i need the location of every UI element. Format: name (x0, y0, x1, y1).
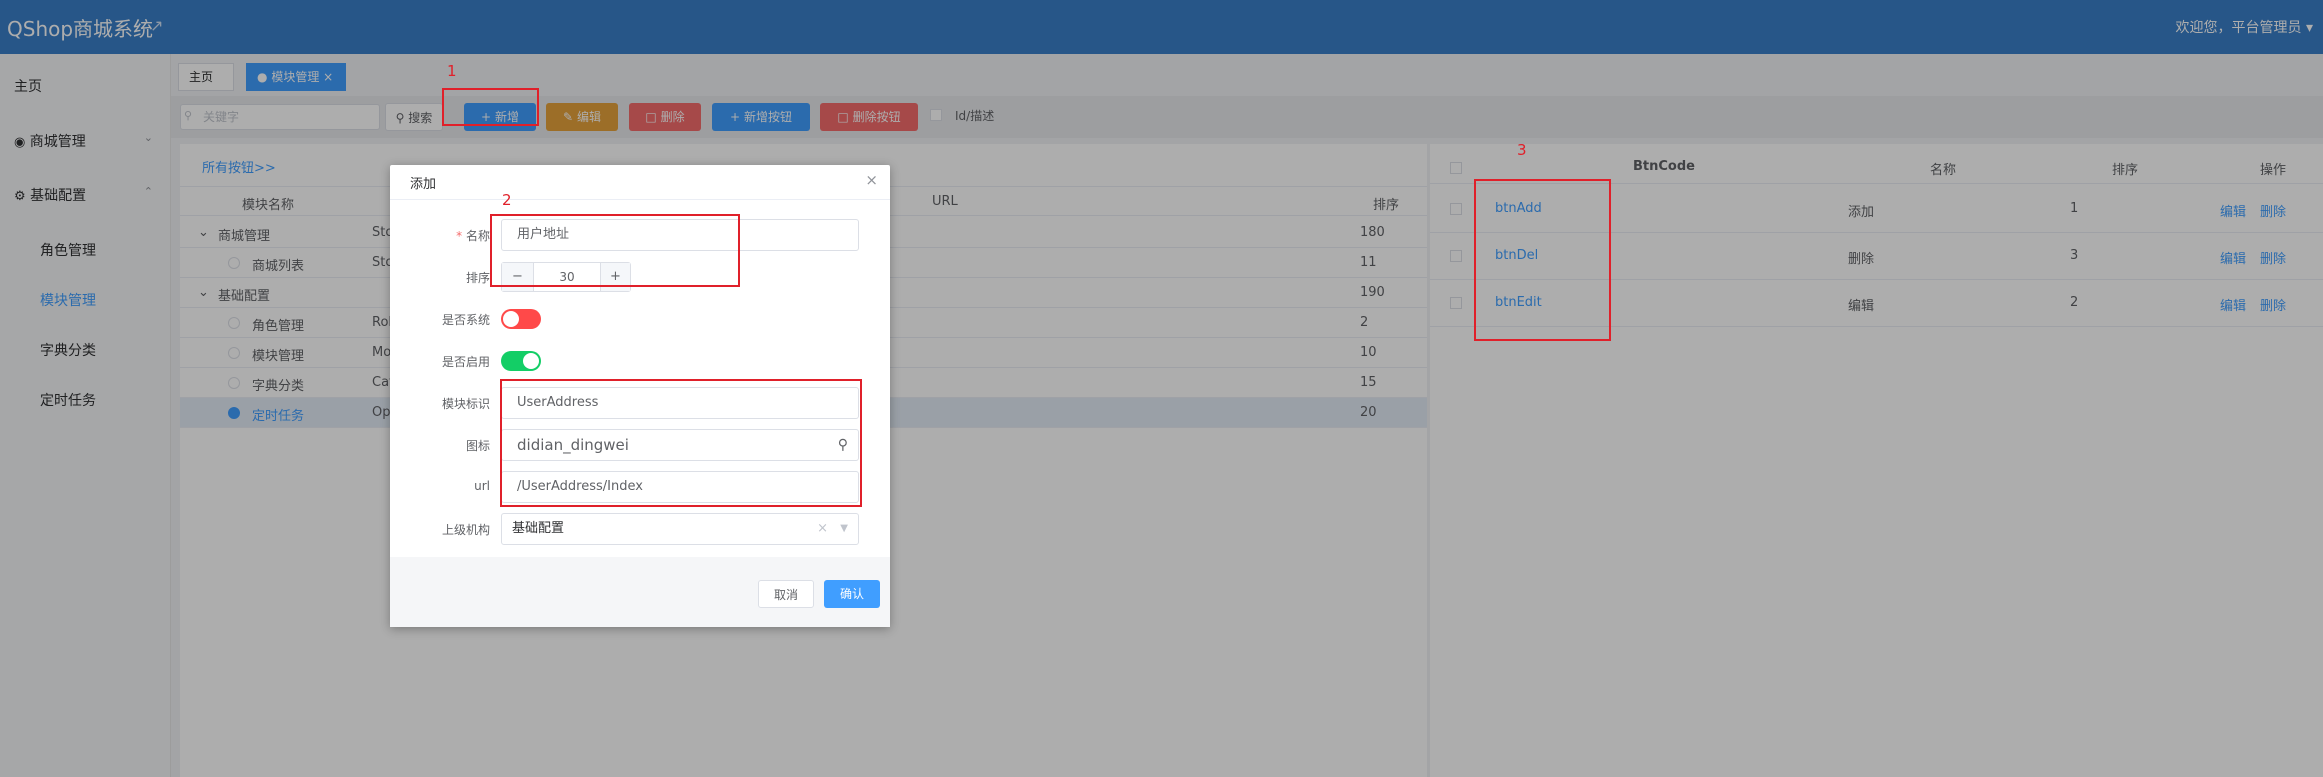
is-enabled-switch[interactable] (501, 351, 541, 371)
switch-knob (503, 311, 519, 327)
annotation-number-3: 3 (1517, 141, 1527, 159)
annotation-number-1: 1 (447, 62, 457, 80)
confirm-button[interactable]: 确认 (824, 580, 880, 608)
parent-select[interactable]: 基础配置 × ▼ (501, 513, 859, 545)
parent-label: 上级机构 (441, 523, 490, 537)
annotation-box-1 (442, 88, 539, 126)
clear-icon[interactable]: × (817, 514, 828, 544)
button-label: 确认 (839, 587, 864, 601)
sort-label: 排序 (465, 271, 490, 285)
required-mark: * (456, 229, 463, 243)
is-system-switch[interactable] (501, 309, 541, 329)
is-enabled-label: 是否启用 (441, 355, 490, 369)
dialog-title: 添加 (410, 177, 437, 192)
close-icon[interactable]: × (865, 171, 878, 189)
button-label: 取消 (773, 588, 798, 602)
module-label: 模块标识 (441, 397, 490, 411)
chevron-down-icon: ▼ (840, 523, 848, 534)
cancel-button[interactable]: 取消 (758, 580, 814, 608)
annotation-number-2: 2 (502, 191, 512, 209)
icon-label: 图标 (465, 439, 490, 453)
dialog-divider (390, 199, 890, 200)
annotation-box-3 (1474, 179, 1611, 341)
select-value: 基础配置 (512, 521, 565, 536)
label-text: 名称 (465, 229, 490, 243)
dialog-footer: 取消 确认 (390, 557, 890, 627)
annotation-box-2 (490, 214, 740, 287)
is-system-label: 是否系统 (441, 313, 490, 327)
name-label: * 名称 (390, 227, 490, 244)
url-label: url (474, 479, 490, 493)
switch-knob (523, 353, 539, 369)
annotation-box-4 (500, 379, 862, 507)
modal-mask (0, 0, 2323, 777)
